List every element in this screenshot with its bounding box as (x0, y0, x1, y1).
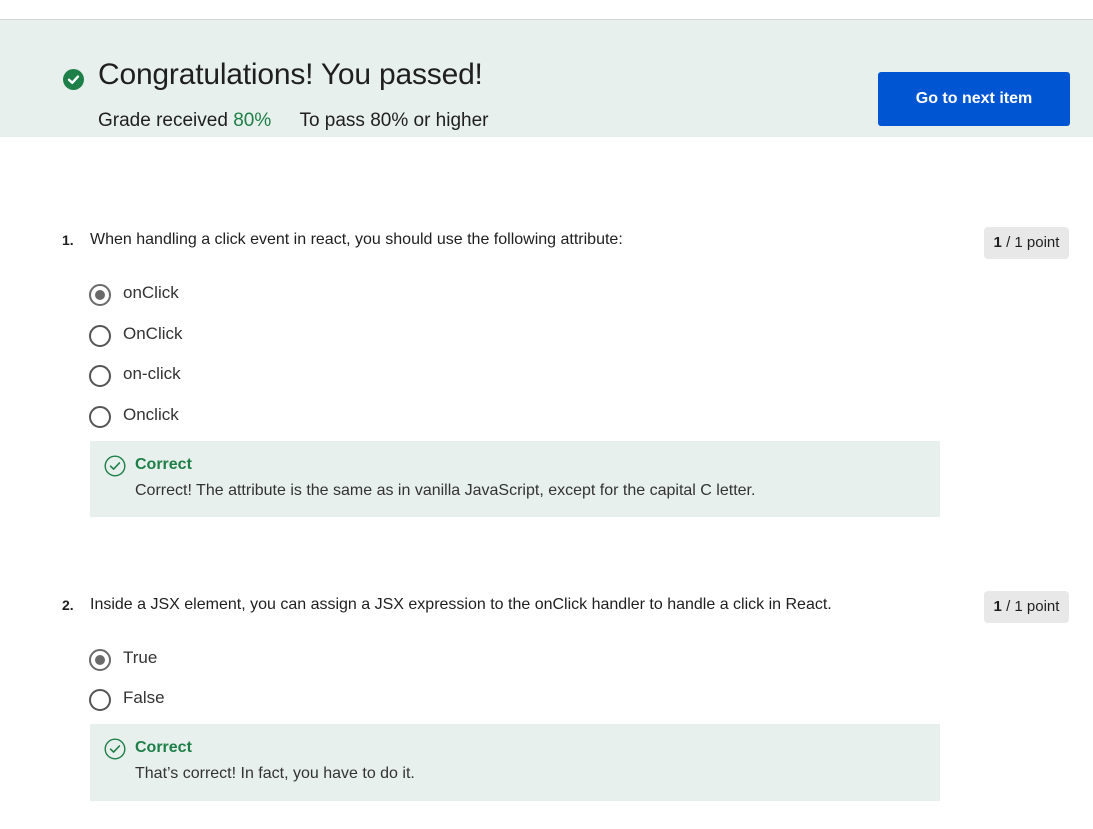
radio-button[interactable] (89, 689, 111, 711)
question-text: When handling a click event in react, yo… (90, 231, 623, 248)
check-circle-outline-icon (104, 455, 126, 482)
feedback-text: Correct! The attribute is the same as in… (135, 482, 756, 499)
points-badge: 1 / 1 point (984, 591, 1069, 623)
question-text: Inside a JSX element, you can assign a J… (90, 596, 832, 613)
option-label: Onclick (123, 405, 179, 424)
points-earned: 1 (993, 234, 1002, 251)
feedback-text: That’s correct! In fact, you have to do … (135, 765, 415, 782)
question-number: 1. (62, 232, 74, 248)
grade-label: Grade received (98, 110, 228, 131)
radio-button[interactable] (89, 406, 111, 428)
go-to-next-item-button[interactable]: Go to next item (878, 72, 1070, 126)
points-badge: 1 / 1 point (984, 227, 1069, 259)
pass-label: To pass (299, 110, 365, 131)
points-total: / 1 point (1006, 234, 1060, 251)
feedback-title: Correct (135, 456, 192, 473)
option-label: on-click (123, 364, 181, 383)
feedback-box: Correct Correct! The attribute is the sa… (90, 441, 940, 517)
radio-button[interactable] (89, 325, 111, 347)
feedback-title: Correct (135, 739, 192, 756)
option-label: OnClick (123, 324, 183, 343)
points-total: / 1 point (1006, 598, 1060, 615)
points-earned: 1 (993, 598, 1002, 615)
check-circle-outline-icon (104, 738, 126, 765)
pass-value: 80% or higher (370, 110, 489, 131)
radio-button[interactable] (89, 284, 111, 306)
feedback-box: Correct That’s correct! In fact, you hav… (90, 724, 940, 801)
question-number: 2. (62, 597, 74, 613)
grade-summary: Grade received 80% To pass 80% or higher (98, 110, 489, 132)
check-circle-icon (63, 69, 84, 90)
grade-value: 80% (233, 110, 272, 131)
result-banner: Congratulations! You passed! Grade recei… (0, 20, 1093, 137)
result-title: Congratulations! You passed! (98, 58, 483, 91)
option-label: True (123, 648, 158, 667)
option-label: False (123, 688, 165, 707)
radio-button[interactable] (89, 365, 111, 387)
radio-button[interactable] (89, 649, 111, 671)
option-label: onClick (123, 283, 179, 302)
